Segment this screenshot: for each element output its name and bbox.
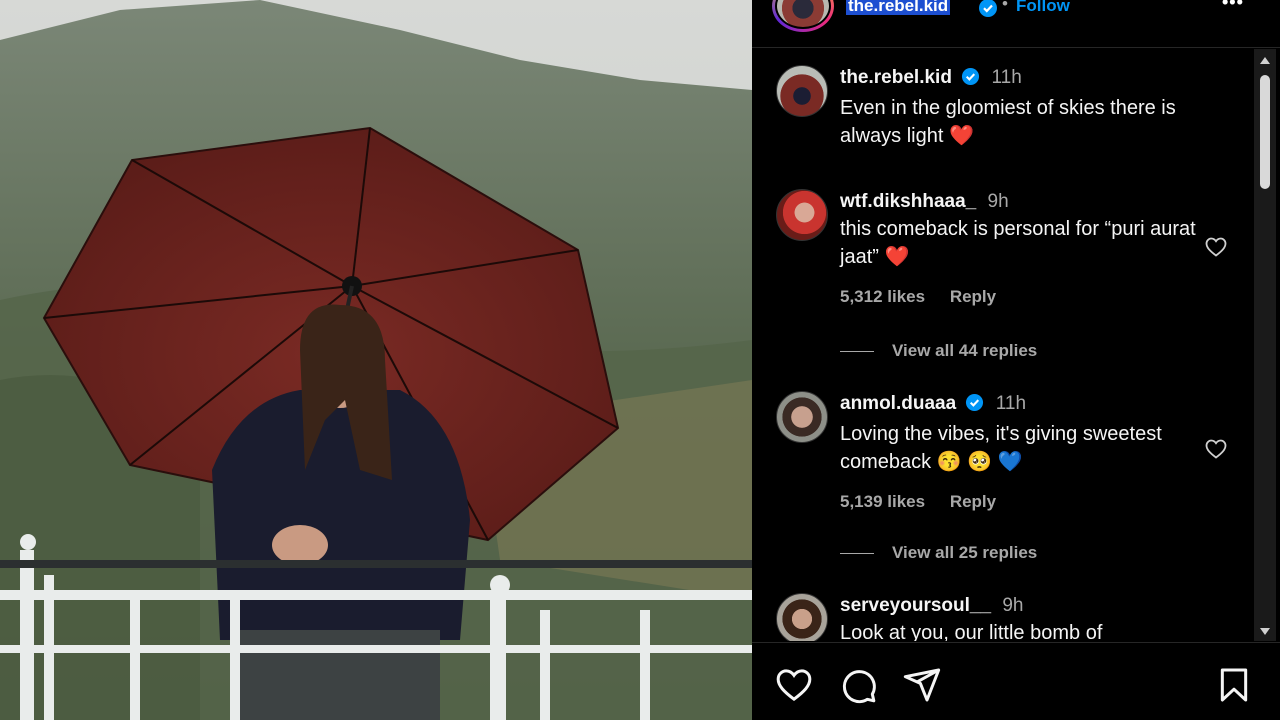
commenter-avatar[interactable] (776, 189, 828, 241)
comment-username[interactable]: the.rebel.kid (840, 67, 952, 88)
comment-time: 9h (987, 191, 1009, 212)
red-heart-emoji: ❤️ (884, 246, 910, 268)
like-comment-icon[interactable] (1204, 437, 1228, 461)
comment-text: Even in the gloomiest of skies there is … (840, 94, 1220, 150)
scroll-up-arrow-icon[interactable] (1260, 57, 1270, 64)
comment-time: 11h (991, 67, 1022, 88)
comment-text-body: Even in the gloomiest of skies there is … (840, 97, 1176, 147)
comment-text: this comeback is personal for “puri aura… (840, 215, 1220, 271)
comment-icon[interactable] (838, 665, 878, 705)
reply-button[interactable]: Reply (950, 287, 996, 306)
follow-button[interactable]: Follow (1016, 0, 1070, 16)
header-separator: • (1002, 0, 1008, 13)
verified-badge-icon (965, 393, 984, 420)
author-username[interactable]: the.rebel.kid (846, 0, 951, 15)
reply-button[interactable]: Reply (950, 492, 996, 511)
comment-username[interactable]: anmol.duaaa (840, 393, 956, 414)
red-heart-emoji: ❤️ (948, 125, 974, 147)
comments-scrollbar[interactable] (1254, 49, 1276, 641)
view-replies-label: View all 44 replies (892, 341, 1038, 360)
like-comment-icon[interactable] (1204, 235, 1228, 259)
commenter-avatar[interactable] (776, 593, 828, 641)
emoji-group: 😚 🥺 💙 (936, 451, 1023, 473)
post-photo-illustration (0, 0, 752, 720)
comment-text: Loving the vibes, it's giving sweetest c… (840, 420, 1220, 476)
commenter-avatar[interactable] (776, 65, 828, 117)
post-action-bar (752, 642, 1280, 720)
comment-likes[interactable]: 5,139 likes (840, 492, 925, 511)
bookmark-icon[interactable] (1214, 665, 1254, 705)
verified-badge-icon (961, 67, 980, 94)
replies-divider (840, 351, 874, 353)
commenter-avatar[interactable] (776, 391, 828, 443)
comments-panel: the.rebel.kid • Follow ••• the.rebel.kid… (752, 0, 1280, 720)
scrollbar-thumb[interactable] (1260, 75, 1270, 189)
author-avatar[interactable] (772, 0, 834, 32)
post-image[interactable] (0, 0, 752, 720)
comment-time: 9h (1002, 595, 1024, 616)
view-replies-label: View all 25 replies (892, 543, 1038, 562)
comments-list[interactable]: the.rebel.kid 11h Even in the gloomiest … (752, 49, 1252, 641)
comment-username[interactable]: serveyoursoul__ (840, 595, 991, 616)
verified-badge-icon (978, 0, 998, 23)
replies-divider (840, 553, 874, 555)
view-replies-button[interactable]: View all 44 replies (840, 341, 1037, 361)
post-header: the.rebel.kid • Follow ••• (752, 0, 1280, 48)
view-replies-button[interactable]: View all 25 replies (840, 543, 1037, 563)
comment-text: Look at you, our little bomb of (840, 622, 1103, 641)
heart-icon[interactable] (774, 665, 814, 705)
comment-likes[interactable]: 5,312 likes (840, 287, 925, 306)
more-options-icon[interactable]: ••• (1222, 0, 1244, 13)
comment-time: 11h (995, 393, 1027, 414)
send-icon[interactable] (902, 665, 942, 705)
comment-username[interactable]: wtf.dikshhaaa_ (840, 191, 976, 212)
scroll-down-arrow-icon[interactable] (1260, 628, 1270, 635)
